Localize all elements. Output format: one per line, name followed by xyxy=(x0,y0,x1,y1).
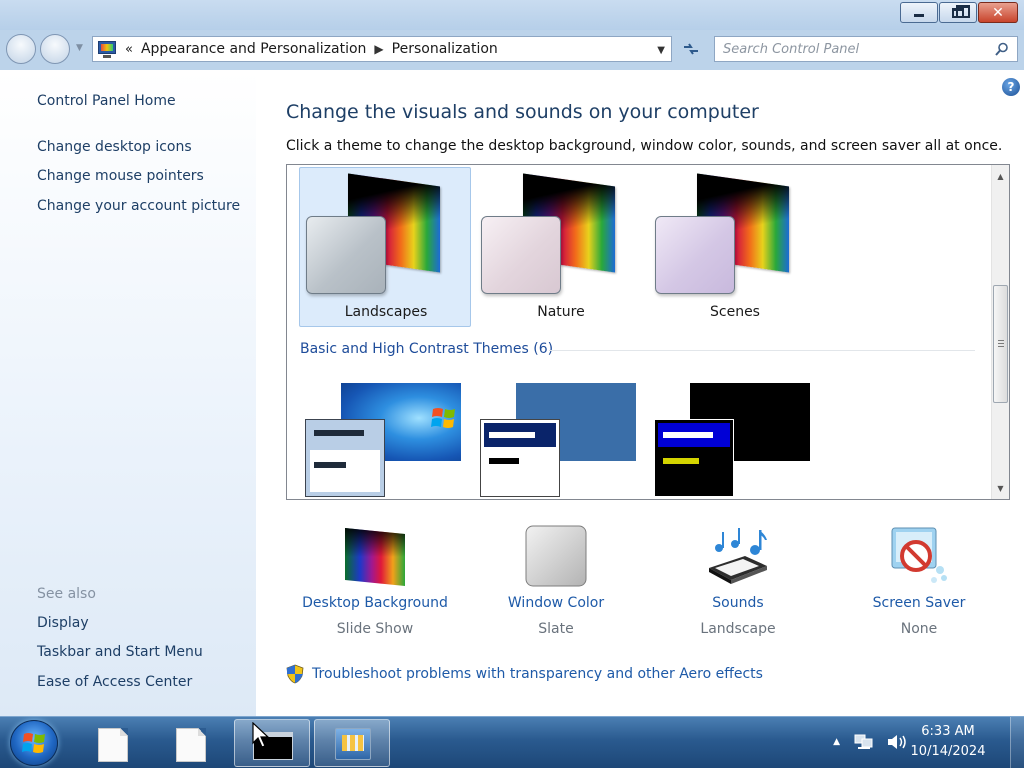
theme-preview-window xyxy=(305,419,385,497)
control-panel-icon xyxy=(97,40,117,58)
sounds-link[interactable]: Sounds Landscape xyxy=(648,520,828,640)
group-divider xyxy=(549,350,975,351)
quick-link-value: Slate xyxy=(538,621,574,637)
minimize-button[interactable] xyxy=(900,2,938,23)
troubleshoot-link-text[interactable]: Troubleshoot problems with transparency … xyxy=(312,666,763,682)
search-icon[interactable] xyxy=(995,42,1009,56)
network-icon[interactable] xyxy=(854,733,874,751)
change-mouse-pointers-link[interactable]: Change mouse pointers xyxy=(37,168,204,184)
taskbar-control-panel[interactable] xyxy=(314,719,390,767)
scroll-down-icon[interactable]: ▼ xyxy=(992,479,1009,497)
help-icon[interactable]: ? xyxy=(1002,78,1020,96)
taskbar-command-prompt[interactable] xyxy=(234,719,310,767)
scroll-thumb[interactable] xyxy=(993,285,1008,403)
quick-link-title[interactable]: Desktop Background xyxy=(285,595,465,611)
theme-name: Landscapes xyxy=(344,304,428,320)
close-button[interactable]: ✕ xyxy=(978,2,1018,23)
desktop-background-icon xyxy=(345,528,405,586)
breadcrumb-appearance[interactable]: Appearance and Personalization xyxy=(141,41,366,57)
control-panel-home-link[interactable]: Control Panel Home xyxy=(37,93,176,109)
search-input[interactable] xyxy=(723,41,993,57)
refresh-icon xyxy=(684,43,698,55)
show-hidden-icons-icon[interactable]: ▲ xyxy=(833,737,840,747)
desktop-background-link[interactable]: Desktop Background Slide Show xyxy=(285,520,465,640)
back-button[interactable] xyxy=(6,34,36,64)
breadcrumb-personalization[interactable]: Personalization xyxy=(392,41,498,57)
address-bar[interactable]: « Appearance and Personalization ▶ Perso… xyxy=(92,36,672,62)
recent-pages-chevron-icon[interactable]: ▼ xyxy=(76,43,83,53)
screen-saver-link[interactable]: Screen Saver None xyxy=(829,520,1009,640)
theme-high-contrast[interactable] xyxy=(648,383,820,499)
change-account-picture-link[interactable]: Change your account picture xyxy=(37,198,240,214)
window-controls: ✕ xyxy=(900,2,1018,23)
sounds-icon xyxy=(709,528,767,584)
breadcrumb-overflow[interactable]: « xyxy=(125,42,133,57)
theme-preview xyxy=(655,173,815,298)
address-dropdown-icon[interactable]: ▼ xyxy=(657,45,665,56)
quick-link-title[interactable]: Sounds xyxy=(648,595,828,611)
main-pane: ? Change the visuals and sounds on your … xyxy=(256,70,1024,716)
see-also-label: See also xyxy=(37,586,96,602)
start-button[interactable] xyxy=(10,720,58,766)
minimize-icon xyxy=(914,14,924,17)
document-icon xyxy=(98,728,128,762)
volume-icon[interactable] xyxy=(886,733,908,751)
theme-scenes[interactable]: Scenes xyxy=(648,167,820,327)
quick-link-title[interactable]: Screen Saver xyxy=(829,595,1009,611)
task-pane: Control Panel Home Change desktop icons … xyxy=(0,70,256,716)
forward-button[interactable] xyxy=(40,34,70,64)
control-panel-window: ✕ ▼ « Appearance and Personalization ▶ P… xyxy=(0,0,1024,716)
quick-link-value: None xyxy=(900,621,938,637)
troubleshoot-aero-link[interactable]: Troubleshoot problems with transparency … xyxy=(286,664,763,684)
control-panel-icon xyxy=(335,728,371,760)
maximize-button[interactable] xyxy=(939,2,977,23)
theme-nature[interactable]: Nature xyxy=(474,167,646,327)
taskbar-document-1[interactable] xyxy=(76,719,152,767)
theme-preview xyxy=(306,173,466,298)
ease-of-access-link[interactable]: Ease of Access Center xyxy=(37,674,192,690)
theme-preview xyxy=(481,173,641,298)
theme-preview-window xyxy=(480,419,560,497)
theme-windows-7-basic[interactable] xyxy=(299,383,471,499)
refresh-button[interactable] xyxy=(676,36,706,62)
clock-date[interactable]: 10/14/2024 xyxy=(908,744,988,759)
quick-link-value: Landscape xyxy=(700,621,776,637)
theme-name: Scenes xyxy=(710,304,760,320)
theme-windows-classic[interactable] xyxy=(474,383,646,499)
show-desktop-button[interactable] xyxy=(1010,717,1024,768)
document-icon xyxy=(176,728,206,762)
theme-name: Nature xyxy=(537,304,585,320)
title-bar[interactable]: ✕ xyxy=(0,0,1024,30)
taskbar: ▲ 6:33 AM 10/14/2024 xyxy=(0,716,1024,768)
mouse-cursor-icon xyxy=(252,722,270,748)
theme-preview-window xyxy=(654,419,734,497)
theme-landscapes[interactable]: Landscapes xyxy=(299,167,471,327)
basic-themes-group-header[interactable]: Basic and High Contrast Themes (6) xyxy=(300,341,553,357)
theme-list[interactable]: Landscapes Nature Scenes Basic and High … xyxy=(286,164,1010,500)
window-color-icon xyxy=(525,525,587,587)
close-icon: ✕ xyxy=(992,4,1004,21)
quick-link-value: Slide Show xyxy=(336,621,414,637)
windows-logo-icon xyxy=(431,408,455,428)
display-link[interactable]: Display xyxy=(37,615,89,631)
restore-icon xyxy=(952,4,970,18)
screen-saver-icon xyxy=(891,527,947,583)
search-box[interactable] xyxy=(714,36,1018,62)
theme-list-scrollbar[interactable]: ▲ ▼ xyxy=(991,165,1009,499)
scroll-up-icon[interactable]: ▲ xyxy=(992,167,1009,185)
page-title: Change the visuals and sounds on your co… xyxy=(286,101,759,123)
breadcrumb-chevron-icon[interactable]: ▶ xyxy=(374,42,383,56)
windows-start-icon xyxy=(22,733,45,753)
navigation-bar: ▼ « Appearance and Personalization ▶ Per… xyxy=(0,30,1024,68)
change-desktop-icons-link[interactable]: Change desktop icons xyxy=(37,139,192,155)
page-subtitle: Click a theme to change the desktop back… xyxy=(286,138,1003,154)
notification-area: ▲ 6:33 AM 10/14/2024 xyxy=(814,717,1024,768)
quick-link-title[interactable]: Window Color xyxy=(466,595,646,611)
window-color-link[interactable]: Window Color Slate xyxy=(466,520,646,640)
uac-shield-icon xyxy=(286,664,304,684)
taskbar-document-2[interactable] xyxy=(154,719,230,767)
clock-time[interactable]: 6:33 AM xyxy=(908,724,988,739)
taskbar-start-menu-link[interactable]: Taskbar and Start Menu xyxy=(37,644,203,660)
